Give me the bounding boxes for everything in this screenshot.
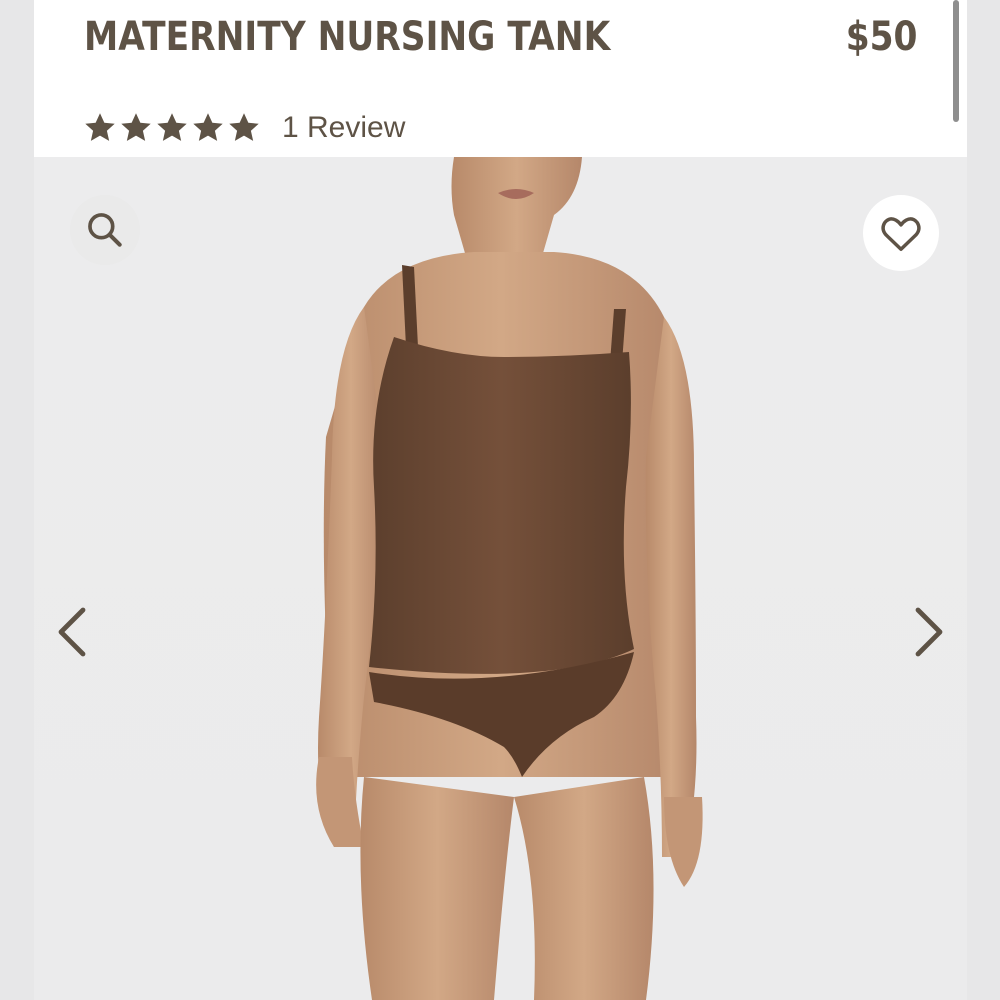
chevron-left-icon — [58, 607, 86, 657]
star-icon — [157, 113, 187, 141]
scrollbar[interactable] — [953, 0, 959, 122]
chevron-right-icon — [915, 607, 943, 657]
product-image — [316, 157, 703, 1000]
star-icon — [121, 113, 151, 141]
next-image-button[interactable] — [903, 597, 953, 667]
image-search-button[interactable] — [70, 195, 140, 265]
star-icon — [229, 113, 259, 141]
product-image-gallery[interactable] — [34, 157, 967, 1000]
search-icon — [88, 213, 122, 247]
product-rating[interactable]: 1 Review — [82, 108, 405, 148]
rating-stars — [82, 110, 262, 146]
product-header: MATERNITY NURSING TANK $50 1 Review — [34, 0, 967, 157]
left-gutter — [0, 0, 34, 1000]
product-price: $50 — [845, 14, 917, 60]
previous-image-button[interactable] — [48, 597, 98, 667]
star-icon — [85, 113, 115, 141]
star-icon — [193, 113, 223, 141]
review-count-link[interactable]: 1 Review — [282, 111, 405, 145]
product-title: MATERNITY NURSING TANK — [84, 14, 611, 60]
right-gutter — [967, 0, 1000, 1000]
wishlist-button[interactable] — [863, 195, 939, 271]
heart-icon — [881, 217, 921, 252]
